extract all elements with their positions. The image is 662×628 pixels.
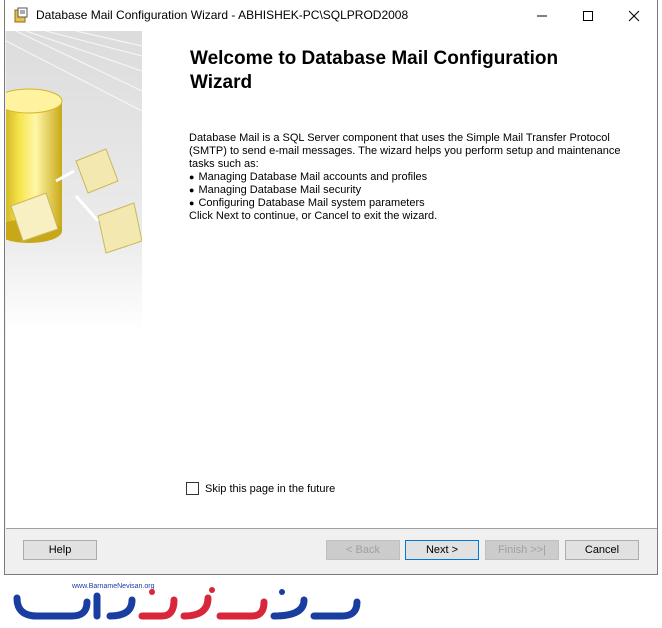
next-button[interactable]: Next > xyxy=(405,540,479,560)
task-list-item: Configuring Database Mail system paramet… xyxy=(189,197,649,210)
barnamenevisan-logo: www.BarnameNevisan.org xyxy=(13,583,361,620)
minimize-button[interactable] xyxy=(519,0,565,31)
task-list-item: Managing Database Mail accounts and prof… xyxy=(189,171,649,184)
skip-page-label[interactable]: Skip this page in the future xyxy=(205,483,335,495)
back-button[interactable]: < Back xyxy=(326,540,400,560)
page-description: Database Mail is a SQL Server component … xyxy=(189,132,649,210)
task-list: Managing Database Mail accounts and prof… xyxy=(189,171,649,210)
maximize-icon xyxy=(583,10,593,21)
title-bar[interactable]: Database Mail Configuration Wizard - ABH… xyxy=(5,0,657,31)
window-title: Database Mail Configuration Wizard - ABH… xyxy=(36,8,409,22)
intro-text: Database Mail is a SQL Server component … xyxy=(189,132,621,170)
wizard-app-icon xyxy=(14,7,28,23)
close-button[interactable] xyxy=(611,0,657,31)
watermark-url: www.BarnameNevisan.org xyxy=(71,583,155,590)
finish-button[interactable]: Finish >>| xyxy=(485,540,559,560)
footer-divider xyxy=(6,528,657,529)
help-button[interactable]: Help xyxy=(23,540,97,560)
cancel-button[interactable]: Cancel xyxy=(565,540,639,560)
continue-hint: Click Next to continue, or Cancel to exi… xyxy=(189,210,438,222)
maximize-button[interactable] xyxy=(565,0,611,31)
wizard-content: Welcome to Database Mail Configuration W… xyxy=(6,31,657,528)
wizard-window: Database Mail Configuration Wizard - ABH… xyxy=(4,0,658,575)
close-icon xyxy=(628,10,640,21)
task-list-item: Managing Database Mail security xyxy=(189,184,649,197)
page-heading: Welcome to Database Mail Configuration W… xyxy=(190,48,559,93)
skip-page-option[interactable]: Skip this page in the future xyxy=(186,482,335,495)
database-mail-banner-image xyxy=(6,31,142,331)
minimize-icon xyxy=(537,15,547,16)
skip-page-checkbox[interactable] xyxy=(186,482,199,495)
